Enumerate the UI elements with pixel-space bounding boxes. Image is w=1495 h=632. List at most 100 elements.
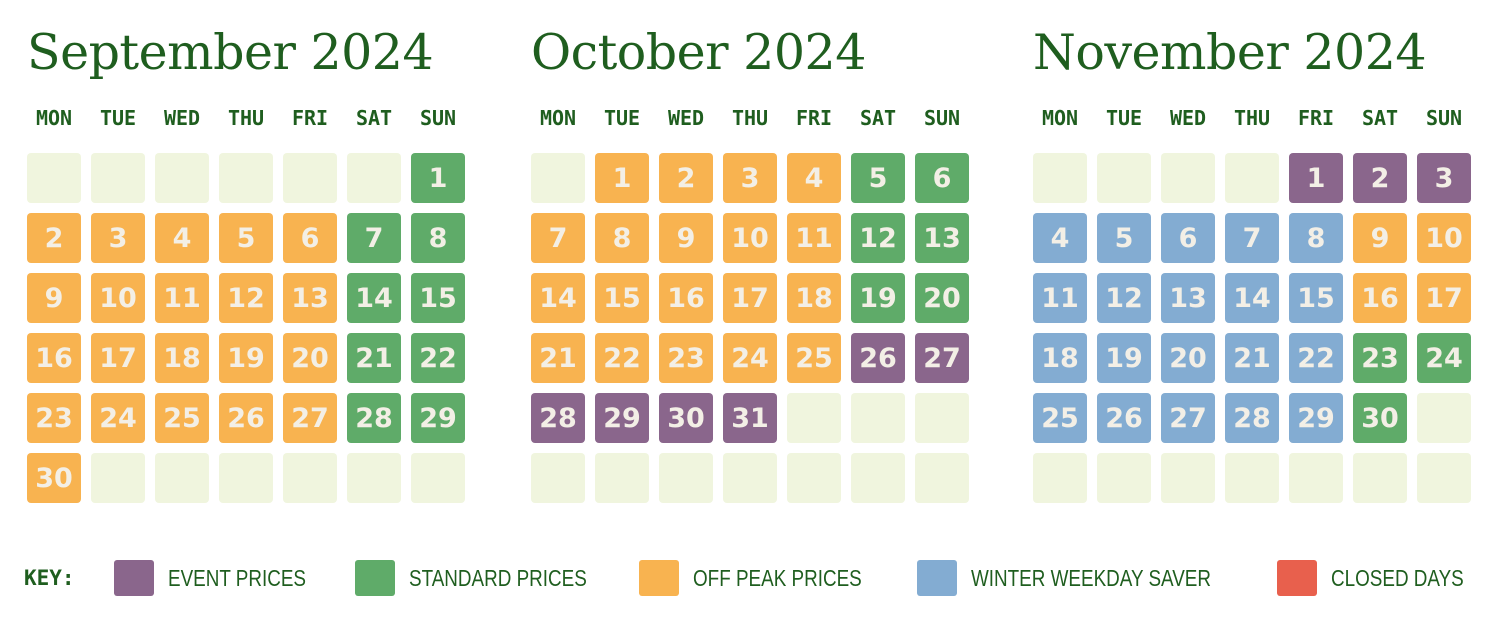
- day-cell-offpeak: 24: [723, 333, 777, 383]
- day-cell-offpeak: 25: [787, 333, 841, 383]
- day-cell-offpeak: 11: [155, 273, 209, 323]
- empty-cell: [1097, 153, 1151, 203]
- day-cell-offpeak: 18: [155, 333, 209, 383]
- day-cell-winter: 5: [1097, 213, 1151, 263]
- day-cell-offpeak: 21: [531, 333, 585, 383]
- empty-cell: [787, 393, 841, 443]
- key-item-label: WINTER WEEKDAY SAVER: [971, 565, 1211, 591]
- day-cell-offpeak: 16: [27, 333, 81, 383]
- day-cell-offpeak: 7: [531, 213, 585, 263]
- day-cell-offpeak: 12: [219, 273, 273, 323]
- weekday-sat: SAT: [1361, 106, 1399, 130]
- day-cell-offpeak: 9: [27, 273, 81, 323]
- day-cell-winter: 11: [1033, 273, 1087, 323]
- day-cell-standard: 21: [347, 333, 401, 383]
- day-cell-standard: 5: [851, 153, 905, 203]
- day-cell-offpeak: 26: [219, 393, 273, 443]
- day-cell-winter: 26: [1097, 393, 1151, 443]
- day-cell-event: 2: [1353, 153, 1407, 203]
- day-cell-offpeak: 6: [283, 213, 337, 263]
- price-key: KEY: EVENT PRICES STANDARD PRICES OFF PE…: [0, 560, 1495, 596]
- empty-cell: [915, 393, 969, 443]
- day-cell-winter: 15: [1289, 273, 1343, 323]
- offpeak-swatch: [639, 560, 679, 596]
- day-cell-offpeak: 13: [283, 273, 337, 323]
- weekday-sat: SAT: [859, 106, 897, 130]
- day-cell-offpeak: 20: [283, 333, 337, 383]
- weekday-sun: SUN: [923, 106, 961, 130]
- day-cell-winter: 6: [1161, 213, 1215, 263]
- day-cell-standard: 6: [915, 153, 969, 203]
- weekday-fri: FRI: [795, 106, 833, 130]
- day-cell-winter: 19: [1097, 333, 1151, 383]
- empty-cell: [851, 453, 905, 503]
- day-cell-winter: 14: [1225, 273, 1279, 323]
- day-cell-offpeak: 8: [595, 213, 649, 263]
- weekday-fri: FRI: [1297, 106, 1335, 130]
- day-cell-standard: 1: [411, 153, 465, 203]
- empty-cell: [1225, 153, 1279, 203]
- day-cell-offpeak: 27: [283, 393, 337, 443]
- day-cell-offpeak: 4: [787, 153, 841, 203]
- empty-cell: [851, 393, 905, 443]
- weekday-wed: WED: [667, 106, 705, 130]
- empty-cell: [1289, 453, 1343, 503]
- day-cell-winter: 7: [1225, 213, 1279, 263]
- day-cell-offpeak: 17: [723, 273, 777, 323]
- empty-cell: [659, 453, 713, 503]
- day-cell-event: 31: [723, 393, 777, 443]
- empty-cell: [27, 153, 81, 203]
- empty-cell: [1417, 453, 1471, 503]
- day-cell-winter: 12: [1097, 273, 1151, 323]
- empty-cell: [155, 453, 209, 503]
- empty-cell: [595, 453, 649, 503]
- day-cell-standard: 23: [1353, 333, 1407, 383]
- weekday-wed: WED: [1169, 106, 1207, 130]
- key-item-label: OFF PEAK PRICES: [693, 565, 862, 591]
- day-cell-standard: 13: [915, 213, 969, 263]
- empty-cell: [1097, 453, 1151, 503]
- empty-cell: [1161, 153, 1215, 203]
- day-cell-offpeak: 22: [595, 333, 649, 383]
- day-cell-offpeak: 16: [1353, 273, 1407, 323]
- weekday-fri: FRI: [291, 106, 329, 130]
- weekday-sun: SUN: [1425, 106, 1463, 130]
- day-cell-offpeak: 14: [531, 273, 585, 323]
- day-cell-offpeak: 19: [219, 333, 273, 383]
- day-cell-winter: 8: [1289, 213, 1343, 263]
- day-cell-standard: 28: [347, 393, 401, 443]
- empty-cell: [347, 153, 401, 203]
- key-item-label: CLOSED DAYS: [1331, 565, 1464, 591]
- winter-swatch: [917, 560, 957, 596]
- day-cell-offpeak: 17: [91, 333, 145, 383]
- empty-cell: [1033, 153, 1087, 203]
- empty-cell: [347, 453, 401, 503]
- day-cell-standard: 8: [411, 213, 465, 263]
- weekday-tue: TUE: [603, 106, 641, 130]
- month-title: September 2024: [27, 24, 434, 81]
- day-cell-event: 27: [915, 333, 969, 383]
- day-cell-standard: 12: [851, 213, 905, 263]
- day-cell-offpeak: 9: [659, 213, 713, 263]
- empty-cell: [283, 153, 337, 203]
- day-cell-offpeak: 17: [1417, 273, 1471, 323]
- empty-cell: [283, 453, 337, 503]
- empty-cell: [1033, 453, 1087, 503]
- day-cell-standard: 15: [411, 273, 465, 323]
- day-cell-offpeak: 23: [27, 393, 81, 443]
- day-cell-event: 1: [1289, 153, 1343, 203]
- event-swatch: [114, 560, 154, 596]
- day-cell-offpeak: 4: [155, 213, 209, 263]
- weekday-mon: MON: [35, 106, 73, 130]
- key-item-label: STANDARD PRICES: [409, 565, 587, 591]
- day-cell-winter: 27: [1161, 393, 1215, 443]
- day-cell-standard: 22: [411, 333, 465, 383]
- day-cell-offpeak: 10: [723, 213, 777, 263]
- day-cell-offpeak: 2: [659, 153, 713, 203]
- day-cell-event: 26: [851, 333, 905, 383]
- day-cell-standard: 14: [347, 273, 401, 323]
- weekday-mon: MON: [1041, 106, 1079, 130]
- day-cell-offpeak: 11: [787, 213, 841, 263]
- weekday-tue: TUE: [99, 106, 137, 130]
- weekday-wed: WED: [163, 106, 201, 130]
